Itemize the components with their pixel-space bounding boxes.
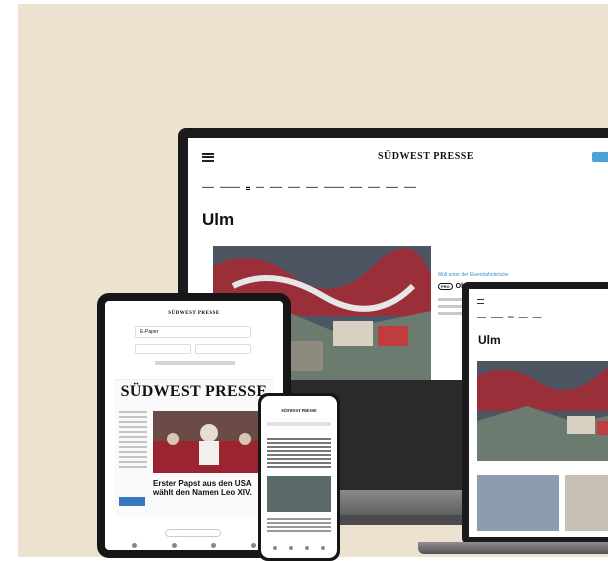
nav-item[interactable]: ▬▬▬▬▬	[324, 184, 344, 190]
subscribe-button[interactable]	[592, 152, 608, 162]
epaper-ad	[119, 497, 145, 506]
edition-selector[interactable]: E-Paper	[135, 326, 251, 338]
tab-icon[interactable]	[250, 543, 256, 548]
phone-nav[interactable]	[267, 422, 331, 426]
nav-item[interactable]: ▬▬▬	[368, 184, 380, 190]
page-title: Ulm	[202, 210, 235, 229]
phone-screen: SÜDWEST PRESSE	[261, 396, 337, 558]
tab-icon[interactable]	[289, 546, 293, 550]
nav-item[interactable]: ▬▬▬	[306, 184, 318, 190]
tablet-masthead: SÜDWEST PRESSE	[168, 311, 220, 316]
nav-item[interactable]: ▬▬	[256, 184, 264, 190]
article-photo-secondary[interactable]	[477, 475, 559, 531]
phone-article-text[interactable]	[267, 438, 331, 470]
epaper-column	[119, 411, 147, 471]
laptop-base	[418, 542, 608, 554]
nav-item[interactable]: ▬▬▬	[288, 184, 300, 190]
tablet-links[interactable]	[155, 361, 235, 365]
article-photo[interactable]	[477, 361, 608, 461]
nav-item-active[interactable]: Ulm	[508, 315, 514, 319]
article-kicker: Müll unter der Eisenbahnbrücke	[438, 272, 509, 278]
nav-item[interactable]: ▬▬▬	[350, 184, 362, 190]
tablet-screen: SÜDWEST PRESSE E-Paper SÜDWEST PRESSE Er…	[105, 301, 283, 550]
tab-icon[interactable]	[273, 546, 277, 550]
nav-item[interactable]: ▬▬▬	[519, 315, 528, 319]
nav-item[interactable]: ▬▬▬	[404, 184, 416, 190]
phone-article-photo[interactable]	[267, 476, 331, 512]
monitor-stand	[340, 490, 480, 518]
smartphone: SÜDWEST PRESSE	[258, 393, 340, 561]
tablet-tabbar	[115, 543, 273, 548]
filter-row	[135, 344, 251, 354]
pro-badge: PRO	[438, 283, 453, 290]
nav-item[interactable]: ▬▬▬▬	[491, 315, 503, 319]
phone-tabbar	[267, 546, 331, 550]
more-button[interactable]	[165, 529, 221, 537]
tab-icon[interactable]	[305, 546, 309, 550]
page-title: Ulm	[478, 333, 501, 347]
epaper-headline: Erster Papst aus den USA wählt den Namen…	[153, 479, 252, 497]
nav-item[interactable]: ▬▬▬	[270, 184, 282, 190]
laptop: ▬▬▬ ▬▬▬▬ Ulm ▬▬▬ ▬▬▬ Ulm	[462, 282, 608, 544]
phone-masthead: SÜDWEST PRESSE	[281, 408, 317, 413]
laptop-screen: ▬▬▬ ▬▬▬▬ Ulm ▬▬▬ ▬▬▬ Ulm	[469, 289, 608, 537]
nav-item[interactable]: ▬▬▬	[386, 184, 398, 190]
tab-icon[interactable]	[211, 543, 217, 548]
region-field[interactable]	[195, 344, 251, 354]
tab-icon[interactable]	[321, 546, 325, 550]
monitor-nav: ▬▬▬ ▬▬▬▬▬ ▬ ▬▬ ▬▬▬ ▬▬▬ ▬▬▬ ▬▬▬▬▬ ▬▬▬ ▬▬▬…	[202, 184, 416, 190]
monitor-masthead: SÜDWEST PRESSE	[378, 151, 475, 162]
nav-item[interactable]: ▬▬▬	[477, 315, 486, 319]
date-field[interactable]	[135, 344, 191, 354]
nav-item-active[interactable]: ▬	[246, 184, 250, 190]
epaper-masthead: SÜDWEST PRESSE	[120, 383, 268, 400]
menu-icon[interactable]	[202, 152, 214, 162]
nav-item[interactable]: ▬▬▬▬▬	[220, 184, 240, 190]
phone-article-teaser[interactable]	[267, 518, 331, 534]
article-photo-tertiary[interactable]	[565, 475, 608, 531]
tab-icon[interactable]	[132, 543, 138, 548]
epaper-photo	[153, 411, 265, 473]
menu-icon[interactable]	[477, 299, 484, 304]
apple-logo-icon	[415, 432, 441, 460]
tab-icon[interactable]	[171, 543, 177, 548]
nav-item[interactable]: ▬▬▬	[533, 315, 542, 319]
laptop-nav: ▬▬▬ ▬▬▬▬ Ulm ▬▬▬ ▬▬▬	[477, 315, 542, 319]
nav-item[interactable]: ▬▬▬	[202, 184, 214, 190]
